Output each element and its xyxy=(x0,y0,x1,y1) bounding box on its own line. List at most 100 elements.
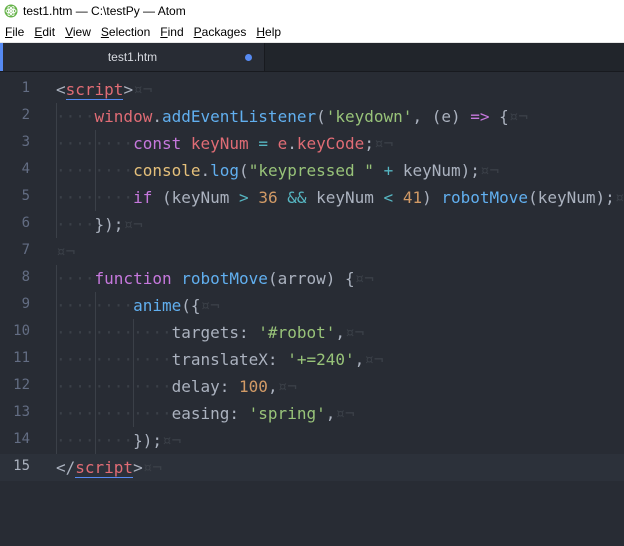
code-token: }); xyxy=(94,215,124,234)
menu-find[interactable]: Find xyxy=(155,25,188,39)
code-line[interactable]: 2 ····window.addEventListener('keydown', … xyxy=(0,103,624,130)
code-text: ············translateX: '+=240',¤¬ xyxy=(56,350,384,369)
menu-label: dit xyxy=(42,25,56,39)
line-number[interactable]: 9 xyxy=(0,296,30,312)
code-line[interactable]: 8 ····function robotMove(arrow) {¤¬ xyxy=(0,265,624,292)
code-token: && xyxy=(287,188,307,207)
whitespace-marker: ········ xyxy=(56,431,134,450)
line-number[interactable]: 4 xyxy=(0,161,30,177)
code-token: function xyxy=(94,269,172,288)
code-line[interactable]: 13 ············easing: 'spring',¤¬ xyxy=(0,400,624,427)
menu-file[interactable]: File xyxy=(0,25,29,39)
code-line[interactable]: 4 ········console.log("keypressed " + key… xyxy=(0,157,624,184)
line-number[interactable]: 1 xyxy=(0,80,30,96)
eol-marker: ¤¬ xyxy=(133,80,153,99)
menu-label: elp xyxy=(265,25,282,39)
code-text: <script>¤¬ xyxy=(56,80,153,100)
code-line[interactable]: 6 ····});¤¬ xyxy=(0,211,624,238)
code-token: ) xyxy=(422,188,442,207)
line-number[interactable]: 8 xyxy=(0,269,30,285)
code-line[interactable]: 10 ············targets: '#robot',¤¬ xyxy=(0,319,624,346)
code-line[interactable]: 9 ········anime({¤¬ xyxy=(0,292,624,319)
line-number[interactable]: 2 xyxy=(0,107,30,123)
code-token: , (e) xyxy=(412,107,471,126)
menu-edit[interactable]: Edit xyxy=(29,25,60,39)
code-token: robotMove xyxy=(441,188,529,207)
code-line[interactable]: 7 ¤¬ xyxy=(0,238,624,265)
code-line[interactable]: 1 <script>¤¬ xyxy=(0,76,624,103)
code-line[interactable]: 3 ········const keyNum = e.keyCode;¤¬ xyxy=(0,130,624,157)
title-bar: test1.htm — C:\testPy — Atom xyxy=(0,0,624,22)
line-number[interactable]: 14 xyxy=(0,431,30,447)
line-number[interactable]: 7 xyxy=(0,242,30,258)
whitespace-marker: ········ xyxy=(56,296,134,315)
code-token: "keypressed " xyxy=(248,161,374,180)
code-token: (keyNum); xyxy=(528,188,615,207)
code-line[interactable]: 14 ········});¤¬ xyxy=(0,427,624,454)
code-token: keyCode xyxy=(296,134,365,153)
line-number[interactable]: 15 xyxy=(0,458,30,474)
code-token: > xyxy=(133,458,143,477)
code-token: script xyxy=(65,80,124,100)
whitespace-marker: ···· xyxy=(56,269,95,288)
eol-marker: ¤¬ xyxy=(373,134,394,153)
whitespace-marker: ········ xyxy=(56,188,134,207)
line-number[interactable]: 5 xyxy=(0,188,30,204)
eol-marker: ¤¬ xyxy=(614,188,624,207)
menu-selection[interactable]: Selection xyxy=(96,25,155,39)
menu-help[interactable]: Help xyxy=(251,25,286,39)
line-number[interactable]: 6 xyxy=(0,215,30,231)
modified-indicator-icon[interactable] xyxy=(245,54,252,61)
eol-marker: ¤¬ xyxy=(364,350,384,369)
code-token: . xyxy=(200,161,211,180)
code-token: easing: xyxy=(171,404,249,423)
menu-label: election xyxy=(108,25,151,39)
code-text: ········if (keyNum > 36 && keyNum < 41) … xyxy=(56,188,624,207)
code-token: 41 xyxy=(402,188,423,207)
line-number[interactable]: 10 xyxy=(0,323,30,339)
code-token: </ xyxy=(56,458,76,477)
code-token: window xyxy=(94,107,153,126)
eol-marker: ¤¬ xyxy=(123,215,143,234)
code-editor[interactable]: 1 <script>¤¬ 2 ····window.addEventListener(… xyxy=(0,72,624,546)
code-line[interactable]: 5 ········if (keyNum > 36 && keyNum < 41)… xyxy=(0,184,624,211)
menu-mnemonic: P xyxy=(193,25,202,39)
line-number[interactable]: 13 xyxy=(0,404,30,420)
code-token: translateX: xyxy=(171,350,288,369)
line-number[interactable]: 11 xyxy=(0,350,30,366)
code-line[interactable]: 15 </script>¤¬ xyxy=(0,454,624,481)
menu-packages[interactable]: Packages xyxy=(189,25,252,39)
eol-marker: ¤¬ xyxy=(277,377,297,396)
code-token: (keyNum xyxy=(152,188,240,207)
tab-test1-htm[interactable]: test1.htm xyxy=(0,43,265,71)
code-token: 'keydown' xyxy=(325,107,413,126)
code-token: , xyxy=(354,350,365,369)
code-token: < xyxy=(383,188,394,207)
menu-view[interactable]: View xyxy=(60,25,96,39)
whitespace-marker: ········ xyxy=(56,134,134,153)
whitespace-marker: ···· xyxy=(56,215,95,234)
code-line[interactable]: 11 ············translateX: '+=240',¤¬ xyxy=(0,346,624,373)
code-text: ············targets: '#robot',¤¬ xyxy=(56,323,364,342)
code-line[interactable]: 12 ············delay: 100,¤¬ xyxy=(0,373,624,400)
code-token: 100 xyxy=(239,377,268,396)
menu-mnemonic: H xyxy=(256,25,266,39)
line-number[interactable]: 3 xyxy=(0,134,30,150)
code-token: ; xyxy=(364,134,374,153)
code-token: , xyxy=(325,404,336,423)
code-text: ············delay: 100,¤¬ xyxy=(56,377,297,396)
code-token: > xyxy=(123,80,134,99)
code-token: , xyxy=(335,323,345,342)
line-number[interactable]: 12 xyxy=(0,377,30,393)
code-token: e xyxy=(277,134,288,153)
whitespace-marker: ············ xyxy=(56,350,172,369)
menu-mnemonic: F xyxy=(160,25,168,39)
code-token: console xyxy=(133,161,201,180)
code-token: + xyxy=(383,161,394,180)
atom-app-icon xyxy=(4,4,18,18)
